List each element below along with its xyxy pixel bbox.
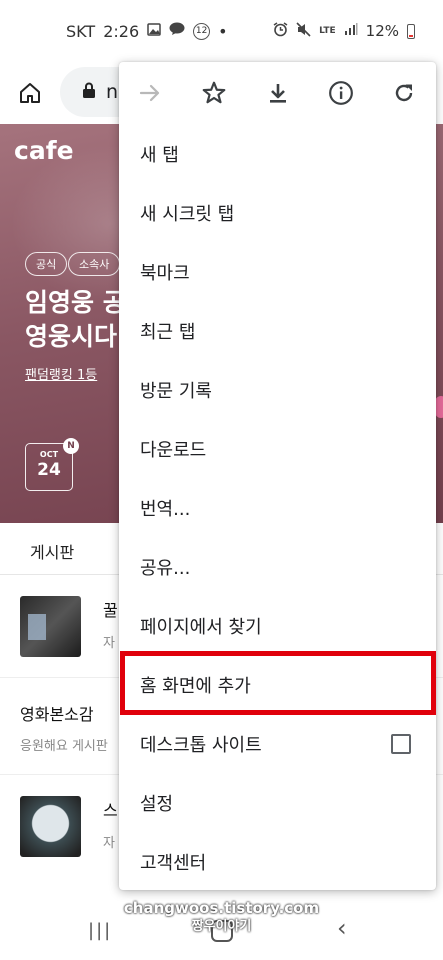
carrier: SKT xyxy=(66,21,96,41)
lte-icon: LTE xyxy=(319,25,336,36)
cafe-logo[interactable]: cafe xyxy=(14,136,74,165)
post-subtitle: 자 xyxy=(103,836,115,851)
menu-item-history[interactable]: 방문 기록 xyxy=(119,360,436,419)
info-icon[interactable] xyxy=(326,78,356,108)
post-thumbnail xyxy=(20,796,81,857)
battery-low-icon xyxy=(407,23,415,39)
menu-item-find-in-page[interactable]: 페이지에서 찾기 xyxy=(119,596,436,655)
calendar-day: 24 xyxy=(37,460,61,480)
download-icon[interactable] xyxy=(263,78,293,108)
menu-item-label: 페이지에서 찾기 xyxy=(140,616,262,638)
menu-item-new-tab[interactable]: 새 탭 xyxy=(119,124,436,183)
url-text: n xyxy=(106,81,119,103)
chip-agency[interactable]: 소속사 xyxy=(68,252,121,276)
battery-percent: 12% xyxy=(365,22,399,40)
status-left: SKT 2:26 12 • xyxy=(66,22,228,41)
new-badge: N xyxy=(63,438,79,454)
cafe-title: 임영웅 공 영웅시다 xyxy=(25,288,126,351)
alarm-icon xyxy=(273,21,288,41)
signal-icon xyxy=(344,22,358,40)
menu-item-label: 방문 기록 xyxy=(140,380,212,402)
menu-item-label: 새 시크릿 탭 xyxy=(140,203,235,225)
overflow-menu: 새 탭 새 시크릿 탭 북마크 최근 탭 방문 기록 다운로드 번역... 공유… xyxy=(119,62,436,890)
status-dot: • xyxy=(218,21,228,41)
tab-board[interactable]: 게시판 xyxy=(30,539,74,563)
menu-item-label: 공유... xyxy=(140,557,191,579)
clock: 2:26 xyxy=(103,21,140,41)
post-title: 스 xyxy=(103,801,118,820)
watermark-name: 짱우이야기 xyxy=(191,919,252,934)
menu-item-label: 데스크톱 사이트 xyxy=(140,734,262,756)
fandom-rank-link[interactable]: 팬덤랭킹 1등 xyxy=(25,364,97,383)
lock-icon xyxy=(82,82,96,103)
highlight-annotation xyxy=(120,651,436,715)
menu-item-label: 고객센터 xyxy=(140,852,207,874)
menu-item-downloads[interactable]: 다운로드 xyxy=(119,419,436,478)
menu-item-desktop-site[interactable]: 데스크톱 사이트 xyxy=(119,714,436,773)
menu-item-share[interactable]: 공유... xyxy=(119,537,436,596)
menu-icon-row xyxy=(119,62,436,124)
menu-item-label: 다운로드 xyxy=(140,439,207,461)
post-subtitle: 응원해요 게시판 xyxy=(20,739,108,754)
lte-label: LTE xyxy=(319,25,336,36)
menu-item-label: 설정 xyxy=(140,793,174,815)
refresh-icon[interactable] xyxy=(389,78,419,108)
menu-item-translate[interactable]: 번역... xyxy=(119,478,436,537)
post-thumbnail xyxy=(20,596,81,657)
menu-item-label: 북마크 xyxy=(140,262,190,284)
status-right: LTE 12% xyxy=(273,21,415,41)
notification-count-icon: 12 xyxy=(193,22,211,40)
menu-item-settings[interactable]: 설정 xyxy=(119,773,436,832)
post-title: 영화본소감 xyxy=(20,705,94,724)
desktop-site-checkbox[interactable] xyxy=(391,734,411,754)
menu-item-help[interactable]: 고객센터 xyxy=(119,832,436,891)
menu-item-label: 새 탭 xyxy=(140,144,179,166)
menu-item-label: 최근 탭 xyxy=(140,321,196,343)
talk-icon xyxy=(169,22,185,40)
chip-official[interactable]: 공식 xyxy=(25,252,68,276)
forward-icon[interactable] xyxy=(135,78,165,108)
menu-item-new-incognito-tab[interactable]: 새 시크릿 탭 xyxy=(119,183,436,242)
star-icon[interactable] xyxy=(199,78,229,108)
image-icon xyxy=(147,22,161,40)
pink-tab-indicator xyxy=(435,396,443,418)
home-icon[interactable] xyxy=(14,77,46,109)
post-title: 꿀 xyxy=(103,601,118,620)
mute-icon xyxy=(296,21,311,41)
post-subtitle: 자 xyxy=(103,636,115,651)
menu-item-recent-tabs[interactable]: 최근 탭 xyxy=(119,301,436,360)
menu-item-bookmarks[interactable]: 북마크 xyxy=(119,242,436,301)
status-bar: SKT 2:26 12 • LTE 12% xyxy=(0,0,443,62)
menu-item-label: 번역... xyxy=(140,498,191,520)
